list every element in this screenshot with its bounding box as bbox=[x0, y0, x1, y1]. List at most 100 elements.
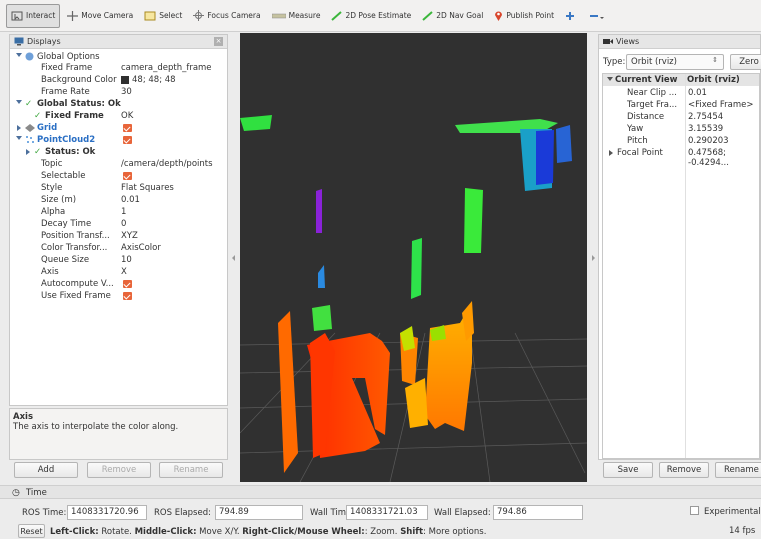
hint-shift: Shift bbox=[400, 527, 424, 537]
zero-button[interactable]: Zero bbox=[730, 54, 761, 70]
3d-viewport[interactable] bbox=[240, 33, 587, 482]
background-color-row[interactable]: Background Color 48; 48; 48 bbox=[10, 75, 227, 86]
left-splitter[interactable] bbox=[228, 33, 240, 482]
property-value[interactable]: XYZ bbox=[121, 231, 138, 241]
property-value[interactable]: 0 bbox=[121, 219, 126, 229]
experimental-checkbox[interactable] bbox=[690, 506, 699, 515]
expand-arrow-icon[interactable] bbox=[16, 53, 22, 57]
point-cluster bbox=[405, 378, 428, 428]
current-view-header[interactable]: Current View Orbit (rviz) bbox=[603, 74, 759, 86]
save-view-button[interactable]: Save bbox=[603, 462, 653, 478]
property-row[interactable]: Use Fixed Frame bbox=[10, 291, 227, 302]
nav-goal-tool[interactable]: 2D Nav Goal bbox=[418, 4, 487, 28]
close-panel-icon[interactable]: × bbox=[214, 37, 223, 46]
focal-point-value[interactable]: 0.47568; -0.4294... bbox=[688, 148, 759, 168]
color-swatch[interactable] bbox=[121, 76, 129, 84]
ros-elapsed-field[interactable]: 794.89 bbox=[215, 505, 303, 520]
move-camera-tool[interactable]: Move Camera bbox=[63, 4, 137, 28]
property-row[interactable]: Axis X bbox=[10, 267, 227, 278]
wall-elapsed-label: Wall Elapsed: bbox=[434, 508, 491, 518]
monitor-icon bbox=[14, 37, 24, 46]
collapsed-arrow-icon[interactable] bbox=[26, 149, 30, 155]
remove-display-button[interactable]: Remove bbox=[87, 462, 151, 478]
property-value[interactable]: 1 bbox=[121, 207, 126, 217]
focal-point-row[interactable]: Focal Point 0.47568; -0.4294... bbox=[603, 148, 759, 168]
ros-time-field[interactable]: 1408331720.96 bbox=[67, 505, 147, 520]
view-property-value[interactable]: 0.290203 bbox=[688, 136, 729, 146]
wall-elapsed-field[interactable]: 794.86 bbox=[493, 505, 583, 520]
property-row[interactable]: Alpha 1 bbox=[10, 207, 227, 218]
view-property-row[interactable]: Yaw 3.15539 bbox=[603, 124, 759, 135]
background-color-value[interactable]: 48; 48; 48 bbox=[132, 75, 176, 85]
grid-enabled-checkbox[interactable] bbox=[123, 124, 132, 132]
add-tool-button[interactable] bbox=[561, 4, 582, 28]
property-value[interactable]: 0.01 bbox=[121, 195, 140, 205]
view-property-value[interactable]: <Fixed Frame> bbox=[688, 100, 753, 110]
hint-shift-text: : More options. bbox=[423, 527, 487, 537]
property-checkbox[interactable] bbox=[123, 280, 132, 288]
remove-tool-button[interactable] bbox=[585, 4, 612, 28]
collapse-right-icon[interactable] bbox=[592, 255, 595, 261]
pointcloud-enabled-checkbox[interactable] bbox=[123, 136, 132, 144]
interact-tool[interactable]: Interact bbox=[6, 3, 61, 28]
pose-estimate-tool[interactable]: 2D Pose Estimate bbox=[327, 4, 415, 28]
publish-point-tool[interactable]: Publish Point bbox=[490, 4, 558, 28]
measure-icon bbox=[271, 13, 286, 18]
view-property-value[interactable]: 2.75454 bbox=[688, 112, 723, 122]
view-property-value[interactable]: 3.15539 bbox=[688, 124, 723, 134]
collapsed-arrow-icon[interactable] bbox=[609, 150, 613, 156]
property-row[interactable]: Size (m) 0.01 bbox=[10, 195, 227, 206]
property-row[interactable]: Style Flat Squares bbox=[10, 183, 227, 194]
global-options-row[interactable]: Global Options bbox=[10, 52, 227, 63]
property-row[interactable]: Color Transfor... AxisColor bbox=[10, 243, 227, 254]
frame-rate-row[interactable]: Frame Rate 30 bbox=[10, 87, 227, 98]
fixed-frame-status-value: OK bbox=[121, 111, 134, 121]
fixed-frame-value[interactable]: camera_depth_frame bbox=[121, 63, 212, 73]
remove-view-button[interactable]: Remove bbox=[659, 462, 709, 478]
grid-icon bbox=[25, 124, 35, 132]
property-value[interactable]: X bbox=[121, 267, 127, 277]
fixed-frame-status-row[interactable]: ✓ Fixed Frame OK bbox=[10, 111, 227, 122]
pointcloud-row[interactable]: PointCloud2 bbox=[10, 135, 227, 146]
view-property-value[interactable]: 0.01 bbox=[688, 88, 707, 98]
frame-rate-value[interactable]: 30 bbox=[121, 87, 132, 97]
wall-time-field[interactable]: 1408331721.03 bbox=[346, 505, 428, 520]
expand-arrow-icon[interactable] bbox=[16, 136, 22, 140]
status-row[interactable]: ✓ Status: Ok bbox=[10, 147, 227, 158]
current-view-value: Orbit (rviz) bbox=[687, 75, 740, 85]
property-row[interactable]: Queue Size 10 bbox=[10, 255, 227, 266]
view-type-select[interactable]: Orbit (rviz) ⇕ bbox=[626, 54, 724, 70]
rename-display-button[interactable]: Rename bbox=[159, 462, 223, 478]
property-checkbox[interactable] bbox=[123, 292, 132, 300]
property-value[interactable]: AxisColor bbox=[121, 243, 161, 253]
view-property-row[interactable]: Near Clip ... 0.01 bbox=[603, 88, 759, 99]
focus-camera-tool[interactable]: Focus Camera bbox=[189, 4, 264, 28]
collapsed-arrow-icon[interactable] bbox=[17, 125, 21, 131]
property-value[interactable]: 10 bbox=[121, 255, 132, 265]
view-property-row[interactable]: Target Fra... <Fixed Frame> bbox=[603, 100, 759, 111]
collapse-left-icon[interactable] bbox=[232, 255, 235, 261]
property-value[interactable]: /camera/depth/points bbox=[121, 159, 213, 169]
property-row[interactable]: Topic/camera/depth/points bbox=[10, 159, 227, 170]
property-row[interactable]: Position Transf... XYZ bbox=[10, 231, 227, 242]
view-type-value: Orbit (rviz) bbox=[631, 57, 677, 67]
rename-view-button[interactable]: Rename bbox=[715, 462, 761, 478]
fixed-frame-row[interactable]: Fixed Frame camera_depth_frame bbox=[10, 63, 227, 74]
point-cluster bbox=[318, 265, 325, 288]
expand-arrow-icon[interactable] bbox=[16, 100, 22, 104]
add-display-button[interactable]: Add bbox=[14, 462, 78, 478]
views-title-bar: Views bbox=[599, 35, 760, 49]
property-checkbox[interactable] bbox=[123, 172, 132, 180]
property-value[interactable]: Flat Squares bbox=[121, 183, 174, 193]
select-tool[interactable]: Select bbox=[140, 4, 186, 28]
property-row[interactable]: Selectable bbox=[10, 171, 227, 182]
view-property-row[interactable]: Distance 2.75454 bbox=[603, 112, 759, 123]
view-property-row[interactable]: Pitch 0.290203 bbox=[603, 136, 759, 147]
global-status-row[interactable]: ✓ Global Status: Ok bbox=[10, 99, 227, 110]
expand-arrow-icon[interactable] bbox=[607, 77, 613, 81]
grid-row[interactable]: Grid bbox=[10, 123, 227, 134]
measure-tool[interactable]: Measure bbox=[268, 4, 325, 28]
reset-button[interactable]: Reset bbox=[18, 524, 45, 538]
property-row[interactable]: Autocompute V... bbox=[10, 279, 227, 290]
property-row[interactable]: Decay Time 0 bbox=[10, 219, 227, 230]
